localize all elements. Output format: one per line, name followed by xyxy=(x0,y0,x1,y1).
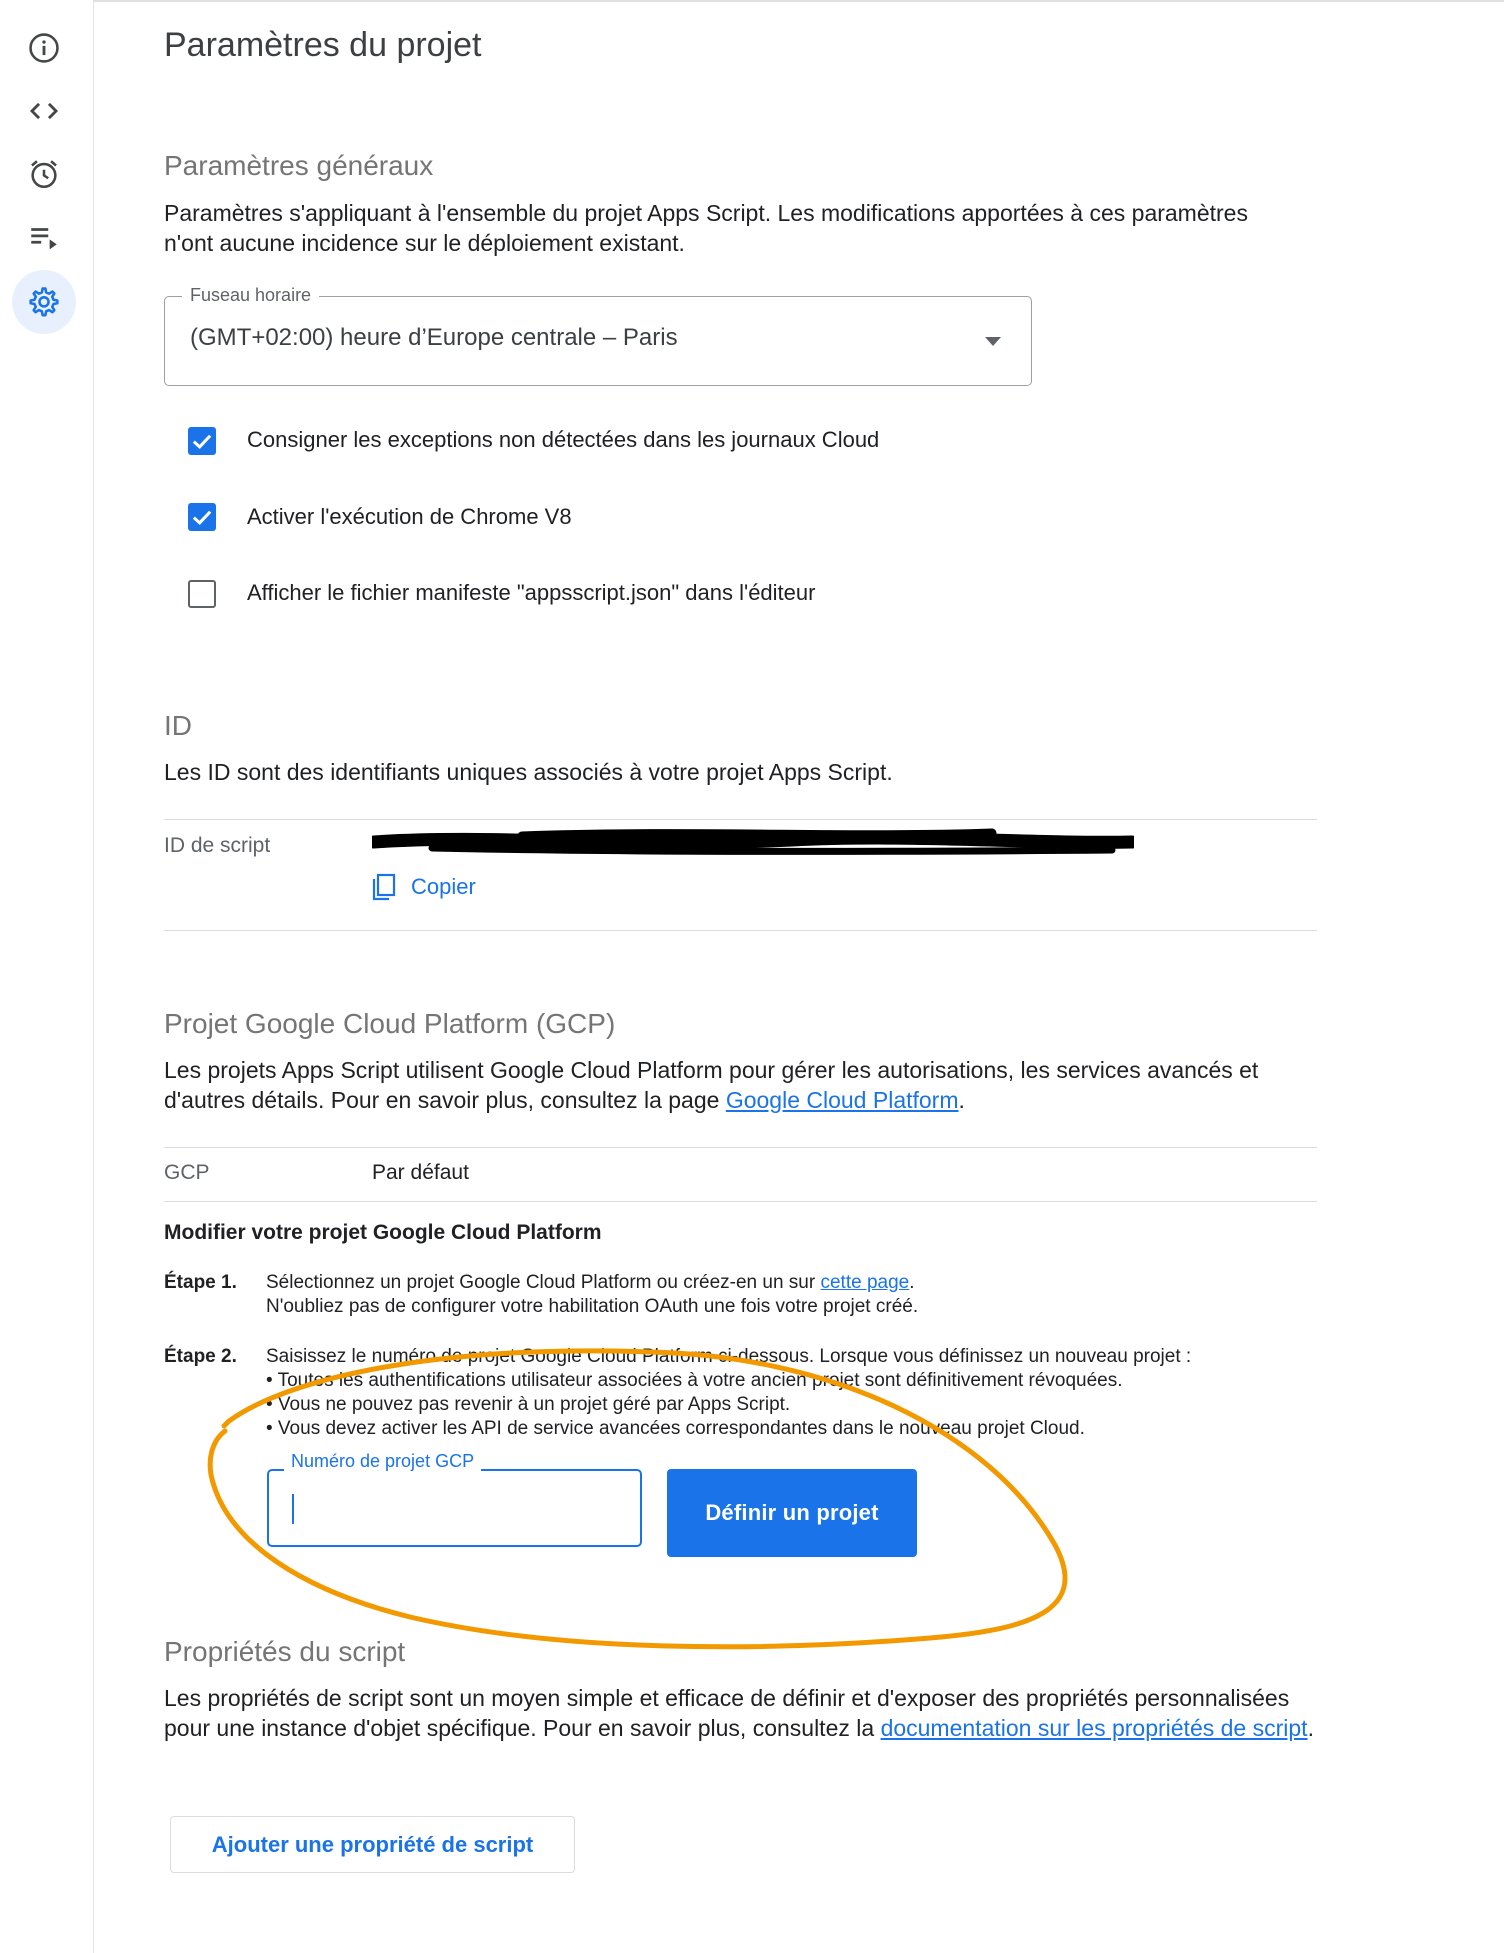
gcp-link[interactable]: Google Cloud Platform xyxy=(726,1087,959,1113)
step2-key: Étape 2. xyxy=(164,1346,237,1367)
info-icon xyxy=(29,33,59,63)
checkbox-label-log-exceptions: Consigner les exceptions non détectées d… xyxy=(247,427,880,452)
gear-icon xyxy=(29,287,59,317)
gcp-description-suffix: . xyxy=(958,1087,965,1113)
script-id-label: ID de script xyxy=(164,834,271,857)
section-title-script-properties: Propriétés du script xyxy=(164,1636,406,1667)
section-title-general: Paramètres généraux xyxy=(164,150,434,181)
redaction-scribble xyxy=(372,828,1134,855)
divider xyxy=(164,1147,1317,1148)
section-title-gcp: Projet Google Cloud Platform (GCP) xyxy=(164,1008,616,1039)
divider xyxy=(164,819,1317,820)
checkbox-show-manifest[interactable] xyxy=(188,580,216,608)
alarm-icon xyxy=(31,160,57,189)
rail-item-settings[interactable] xyxy=(12,270,76,334)
timezone-value: (GMT+02:00) heure d’Europe centrale – Pa… xyxy=(190,324,678,351)
gcp-description-text: Les projets Apps Script utilisent Google… xyxy=(164,1057,1259,1113)
checkbox-label-enable-v8: Activer l'exécution de Chrome V8 xyxy=(247,504,572,529)
copy-icon xyxy=(372,873,396,901)
page-title: Paramètres du projet xyxy=(164,26,482,64)
checkmark-icon xyxy=(192,510,212,525)
rail-item-editor[interactable] xyxy=(12,79,76,143)
script-properties-description-suffix: . xyxy=(1307,1715,1314,1741)
step2-line: Saisissez le numéro de projet Google Clo… xyxy=(266,1346,1192,1367)
gcp-row-value: Par défaut xyxy=(372,1161,469,1184)
step1-text-after-link: . xyxy=(909,1272,915,1293)
chevron-down-icon[interactable] xyxy=(985,337,1001,346)
step1-text: Sélectionnez un projet Google Cloud Plat… xyxy=(266,1271,1316,1319)
general-description: Paramètres s'appliquant à l'ensemble du … xyxy=(164,200,1248,256)
gcp-row-key: GCP xyxy=(164,1161,210,1184)
side-rail xyxy=(0,0,94,1953)
checkbox-label-show-manifest: Afficher le fichier manifeste "appsscrip… xyxy=(247,580,816,605)
copy-button[interactable]: Copier xyxy=(371,873,476,901)
gcp-project-number-label: Numéro de projet GCP xyxy=(284,1451,482,1472)
step2-bullet: • Vous ne pouvez pas revenir à un projet… xyxy=(266,1394,791,1415)
checkbox-log-exceptions[interactable] xyxy=(188,427,216,455)
gcp-description: Les projets Apps Script utilisent Google… xyxy=(164,1055,1314,1115)
rail-item-overview[interactable] xyxy=(12,16,76,80)
step1-key: Étape 1. xyxy=(164,1272,237,1293)
this-page-link[interactable]: cette page xyxy=(820,1272,909,1293)
step1-text-line2: N'oubliez pas de configurer votre habili… xyxy=(266,1296,919,1317)
text-cursor xyxy=(292,1494,294,1524)
add-script-property-button[interactable]: Ajouter une propriété de script xyxy=(170,1816,575,1873)
checkbox-enable-v8[interactable] xyxy=(188,503,216,531)
divider xyxy=(164,930,1317,931)
step2-text: Saisissez le numéro de projet Google Clo… xyxy=(266,1345,1326,1441)
step1-text-part: Sélectionnez un projet Google Cloud Plat… xyxy=(266,1272,821,1293)
checkmark-icon xyxy=(192,434,212,449)
top-divider xyxy=(94,0,1504,2)
script-properties-description: Les propriétés de script sont un moyen s… xyxy=(164,1683,1324,1743)
section-title-ids: ID xyxy=(164,710,192,741)
rail-item-triggers[interactable] xyxy=(12,142,76,206)
set-project-button[interactable]: Définir un projet xyxy=(667,1469,917,1557)
step2-bullet: • Vous devez activer les API de service … xyxy=(266,1418,1085,1439)
executions-icon xyxy=(31,228,57,250)
ids-description: Les ID sont des identifiants uniques ass… xyxy=(164,759,893,785)
script-properties-doc-link[interactable]: documentation sur les propriétés de scri… xyxy=(881,1715,1308,1741)
step2-bullet: • Toutes les authentifications utilisate… xyxy=(266,1370,1123,1391)
divider xyxy=(164,1201,1317,1202)
gcp-project-number-input[interactable] xyxy=(267,1469,642,1547)
rail-item-executions[interactable] xyxy=(12,206,76,270)
timezone-label: Fuseau horaire xyxy=(182,285,320,306)
modify-gcp-title: Modifier votre projet Google Cloud Platf… xyxy=(164,1221,602,1244)
code-icon xyxy=(29,102,59,120)
copy-label: Copier xyxy=(411,874,476,899)
